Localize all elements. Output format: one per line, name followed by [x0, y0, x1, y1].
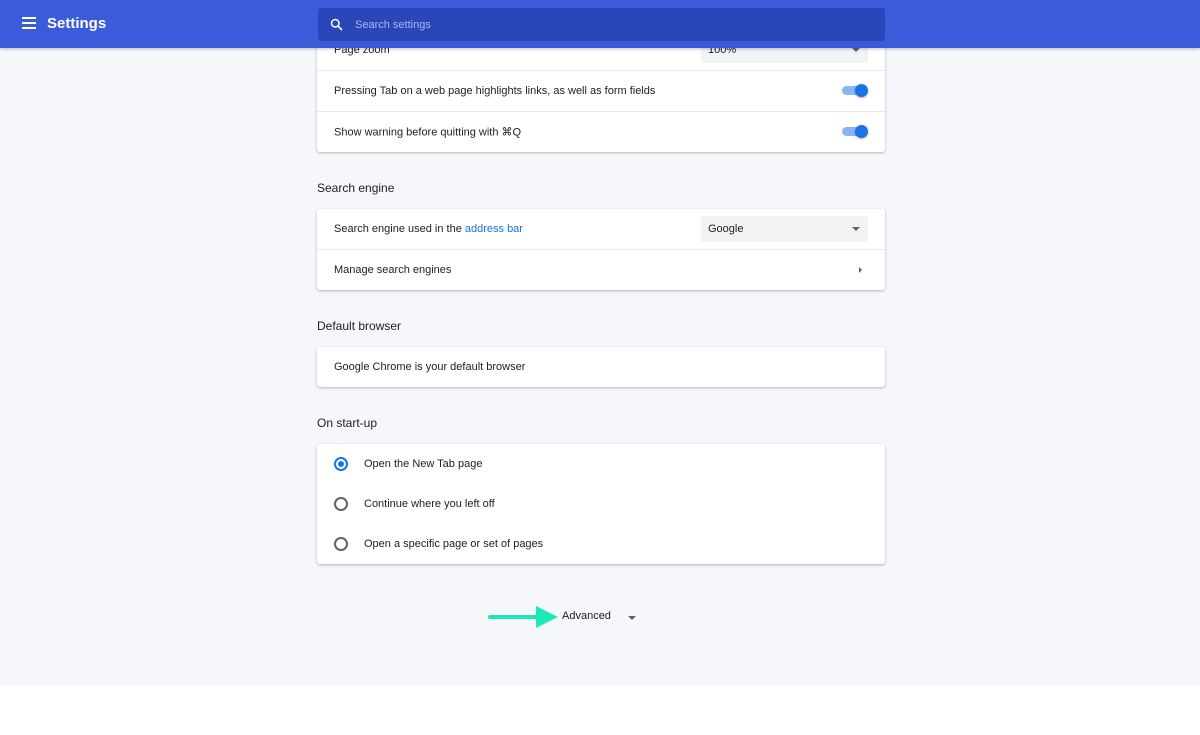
- search-engine-label: Search engine used in the address bar: [334, 223, 523, 235]
- search-engine-row: Search engine used in the address bar Go…: [317, 209, 885, 249]
- manage-search-engines-row[interactable]: Manage search engines: [317, 250, 885, 290]
- chevron-down-icon[interactable]: [628, 616, 636, 620]
- manage-search-engines-label: Manage search engines: [334, 264, 452, 276]
- quit-warning-toggle[interactable]: [842, 125, 868, 139]
- quit-warning-label: Show warning before quitting with ⌘Q: [334, 126, 522, 139]
- startup-option-label: Continue where you left off: [364, 498, 495, 510]
- radio-button[interactable]: [334, 537, 348, 551]
- default-browser-status: Google Chrome is your default browser: [334, 361, 526, 373]
- search-engine-select[interactable]: Google: [701, 216, 868, 242]
- search-icon: [330, 18, 343, 31]
- tab-highlight-toggle[interactable]: [842, 84, 868, 98]
- startup-card: Open the New Tab page Continue where you…: [317, 444, 885, 564]
- hamburger-menu-icon[interactable]: [22, 17, 36, 29]
- advanced-button[interactable]: Advanced: [562, 610, 611, 622]
- toggle-knob: [855, 84, 868, 97]
- search-engine-label-text: Search engine used in the: [334, 223, 465, 235]
- search-box[interactable]: [318, 8, 885, 41]
- radio-button[interactable]: [334, 497, 348, 511]
- appearance-card: Page zoom 100% Pressing Tab on a web pag…: [317, 30, 885, 152]
- default-browser-card: Google Chrome is your default browser: [317, 347, 885, 387]
- radio-button-checked[interactable]: [334, 457, 348, 471]
- search-engine-heading: Search engine: [317, 181, 395, 195]
- toggle-knob: [855, 125, 868, 138]
- startup-option-label: Open the New Tab page: [364, 458, 483, 470]
- startup-option[interactable]: Open a specific page or set of pages: [317, 524, 885, 564]
- default-browser-row: Google Chrome is your default browser: [317, 347, 885, 387]
- top-app-bar: Settings: [0, 0, 1200, 48]
- quit-warning-row[interactable]: Show warning before quitting with ⌘Q: [317, 112, 885, 152]
- green-arrow-annotation-icon: [488, 606, 558, 628]
- default-browser-heading: Default browser: [317, 319, 402, 333]
- app-title: Settings: [47, 15, 107, 32]
- address-bar-link[interactable]: address bar: [465, 223, 523, 235]
- search-engine-value: Google: [708, 223, 744, 235]
- startup-option[interactable]: Continue where you left off: [317, 484, 885, 524]
- startup-option[interactable]: Open the New Tab page: [317, 444, 885, 484]
- startup-option-label: Open a specific page or set of pages: [364, 538, 544, 550]
- chevron-down-icon: [852, 48, 860, 52]
- chevron-down-icon: [852, 227, 860, 231]
- tab-highlight-row[interactable]: Pressing Tab on a web page highlights li…: [317, 71, 885, 111]
- chevron-right-icon: [859, 267, 862, 273]
- search-engine-card: Search engine used in the address bar Go…: [317, 209, 885, 290]
- startup-heading: On start-up: [317, 416, 378, 430]
- tab-highlight-label: Pressing Tab on a web page highlights li…: [334, 85, 656, 97]
- search-input[interactable]: [355, 8, 875, 41]
